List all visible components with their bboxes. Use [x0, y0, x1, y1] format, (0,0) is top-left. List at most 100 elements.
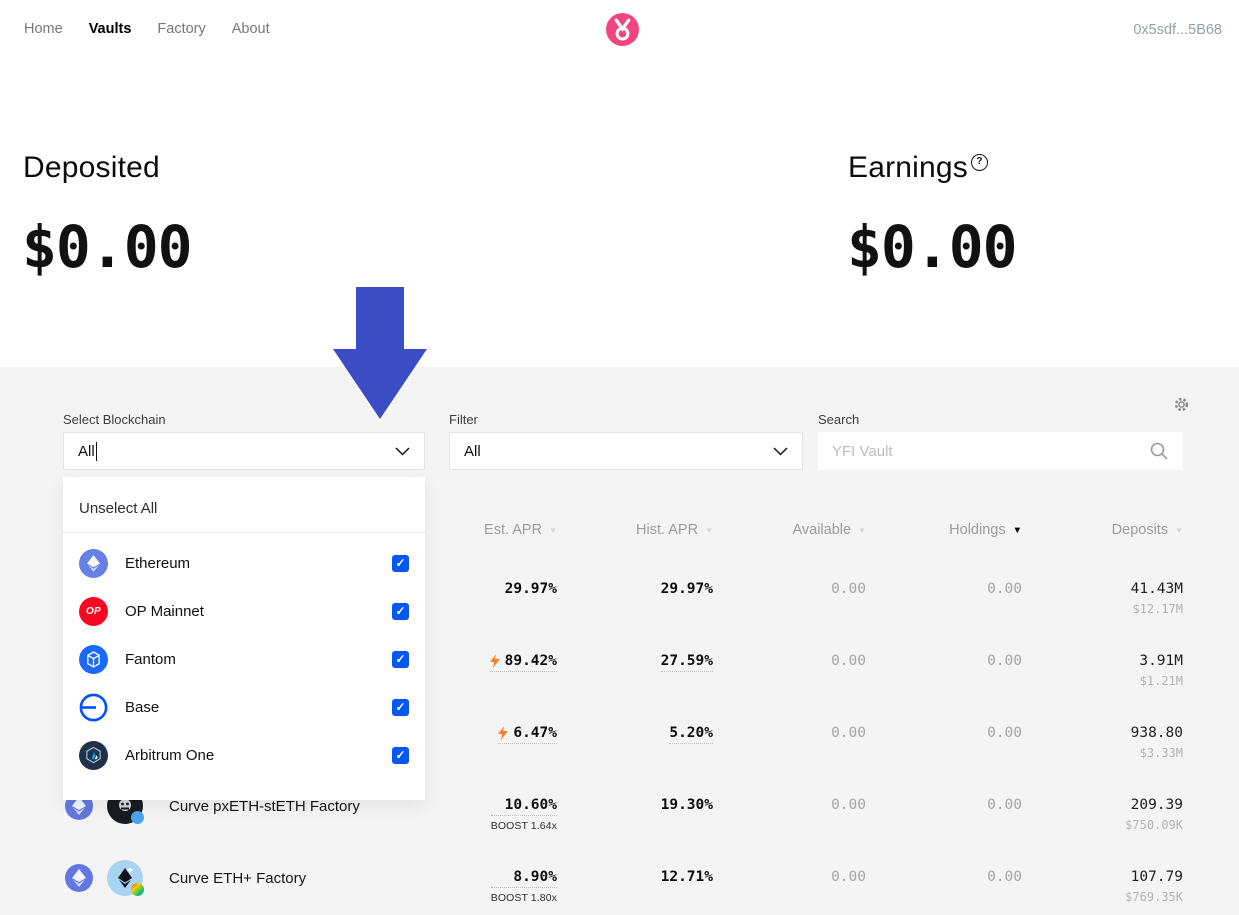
ethereum-icon — [79, 549, 108, 578]
available-value: 0.00 — [831, 725, 866, 741]
deposits-usd: $769.35K — [1125, 890, 1183, 904]
top-nav: Home Vaults Factory About 0x5sdf...5B68 — [0, 0, 1239, 60]
column-header-available[interactable]: Available▼ — [792, 522, 866, 538]
fantom-icon — [79, 645, 108, 674]
deposits-cell: 209.39 $750.09K — [1125, 797, 1183, 832]
deposits-usd: $750.09K — [1125, 818, 1183, 832]
help-icon[interactable]: ? — [971, 154, 988, 171]
earnings-value: $0.00 — [847, 213, 1017, 281]
chevron-down-icon — [395, 447, 410, 456]
dropdown-item-base[interactable]: Base ✓ — [63, 683, 425, 731]
available-value: 0.00 — [831, 581, 866, 597]
nav-item-vaults[interactable]: Vaults — [89, 21, 132, 37]
deposits-usd: $3.33M — [1131, 746, 1183, 760]
deposits-value: 107.79 — [1125, 869, 1183, 885]
est-apr-value: 6.47% — [498, 725, 557, 744]
dropdown-item-op-mainnet[interactable]: OP OP Mainnet ✓ — [63, 587, 425, 635]
column-header-holdings[interactable]: Holdings▼ — [949, 522, 1022, 538]
column-header-deposits[interactable]: Deposits▼ — [1112, 522, 1183, 538]
earnings-label: Earnings? — [848, 151, 985, 185]
deposits-value: 938.80 — [1131, 725, 1183, 741]
unselect-all-button[interactable]: Unselect All — [63, 477, 425, 532]
token-icon — [107, 860, 143, 896]
arbitrum-icon — [79, 741, 108, 770]
holdings-value: 0.00 — [987, 797, 1022, 813]
vault-row[interactable]: Curve ETH+ Factory 8.90% BOOST 1.80x 12.… — [0, 842, 1239, 914]
holdings-value: 0.00 — [987, 581, 1022, 597]
column-header-hist-apr[interactable]: Hist. APR▼ — [636, 522, 713, 538]
vault-name-cell: Curve ETH+ Factory — [65, 860, 306, 896]
blockchain-dropdown: Unselect All Ethereum ✓ OP OP Mainnet ✓ … — [63, 477, 425, 800]
checkbox-base[interactable]: ✓ — [392, 699, 409, 716]
checkbox-arbitrum-one[interactable]: ✓ — [392, 747, 409, 764]
sub-token-dot-icon — [131, 883, 144, 896]
column-header-est-apr[interactable]: Est. APR▼ — [484, 522, 557, 538]
dropdown-item-ethereum[interactable]: Ethereum ✓ — [63, 539, 425, 587]
vault-name: Curve pxETH-stETH Factory — [169, 798, 360, 815]
search-input[interactable] — [832, 443, 1150, 460]
sort-triangle-icon: ▼ — [1013, 525, 1022, 536]
deposits-value: 3.91M — [1139, 653, 1183, 669]
chevron-down-icon — [773, 447, 788, 456]
nav-item-home[interactable]: Home — [24, 21, 63, 37]
optimism-icon: OP — [79, 597, 108, 626]
nav-item-factory[interactable]: Factory — [157, 21, 205, 37]
deposits-usd: $1.21M — [1139, 674, 1183, 688]
deposits-cell: 41.43M $12.17M — [1131, 581, 1183, 616]
deposits-value: 41.43M — [1131, 581, 1183, 597]
holdings-value: 0.00 — [987, 725, 1022, 741]
hist-apr-value: 5.20% — [669, 725, 713, 744]
available-value: 0.00 — [831, 869, 866, 885]
hist-apr-value: 19.30% — [661, 797, 713, 813]
boost-label: BOOST 1.64x — [491, 820, 557, 832]
search-icon — [1150, 442, 1169, 461]
deposited-label: Deposited — [23, 151, 160, 185]
deposits-cell: 3.91M $1.21M — [1139, 653, 1183, 688]
est-apr-value: 8.90% — [491, 869, 557, 888]
ethereum-chain-icon — [65, 864, 93, 892]
dropdown-item-fantom[interactable]: Fantom ✓ — [63, 635, 425, 683]
yearn-logo-icon[interactable] — [606, 13, 639, 46]
checkbox-op-mainnet[interactable]: ✓ — [392, 603, 409, 620]
vault-name: Curve ETH+ Factory — [169, 870, 306, 887]
holdings-value: 0.00 — [987, 869, 1022, 885]
hist-apr-value: 29.97% — [661, 581, 713, 597]
nav-item-about[interactable]: About — [232, 21, 270, 37]
dropdown-item-arbitrum-one[interactable]: Arbitrum One ✓ — [63, 731, 425, 779]
filter-select-label: Filter — [449, 412, 478, 427]
sub-token-dot-icon — [131, 811, 144, 824]
divider — [63, 532, 425, 533]
est-apr-value: 29.97% — [505, 581, 557, 597]
filter-select-value: All — [464, 443, 481, 460]
deposits-usd: $12.17M — [1131, 602, 1183, 616]
wallet-address[interactable]: 0x5sdf...5B68 — [1133, 22, 1222, 38]
filter-select[interactable]: All — [449, 432, 803, 470]
deposited-value: $0.00 — [22, 213, 192, 281]
base-icon — [79, 693, 108, 722]
nav-items: Home Vaults Factory About — [24, 21, 270, 37]
deposits-value: 209.39 — [1125, 797, 1183, 813]
blockchain-select-value: All — [78, 443, 95, 460]
sort-triangle-icon: ▼ — [549, 526, 557, 535]
search-label: Search — [818, 412, 859, 427]
blockchain-select[interactable]: All — [63, 432, 425, 470]
est-apr-value: 10.60% — [491, 797, 557, 816]
deposits-cell: 938.80 $3.33M — [1131, 725, 1183, 760]
checkbox-ethereum[interactable]: ✓ — [392, 555, 409, 572]
boost-bolt-icon — [498, 726, 508, 740]
hist-apr-value: 27.59% — [661, 653, 713, 672]
annotation-arrow-down-icon — [333, 287, 428, 420]
text-caret — [96, 442, 97, 461]
sort-triangle-icon: ▼ — [858, 526, 866, 535]
boost-bolt-icon — [490, 654, 500, 668]
available-value: 0.00 — [831, 653, 866, 669]
holdings-value: 0.00 — [987, 653, 1022, 669]
sort-triangle-icon: ▼ — [1175, 526, 1183, 535]
est-apr-cell: 10.60% BOOST 1.64x — [491, 797, 557, 832]
deposits-cell: 107.79 $769.35K — [1125, 869, 1183, 904]
sort-triangle-icon: ▼ — [705, 526, 713, 535]
boost-label: BOOST 1.80x — [491, 892, 557, 904]
blockchain-select-label: Select Blockchain — [63, 412, 166, 427]
settings-gear-icon[interactable] — [1173, 396, 1190, 413]
checkbox-fantom[interactable]: ✓ — [392, 651, 409, 668]
